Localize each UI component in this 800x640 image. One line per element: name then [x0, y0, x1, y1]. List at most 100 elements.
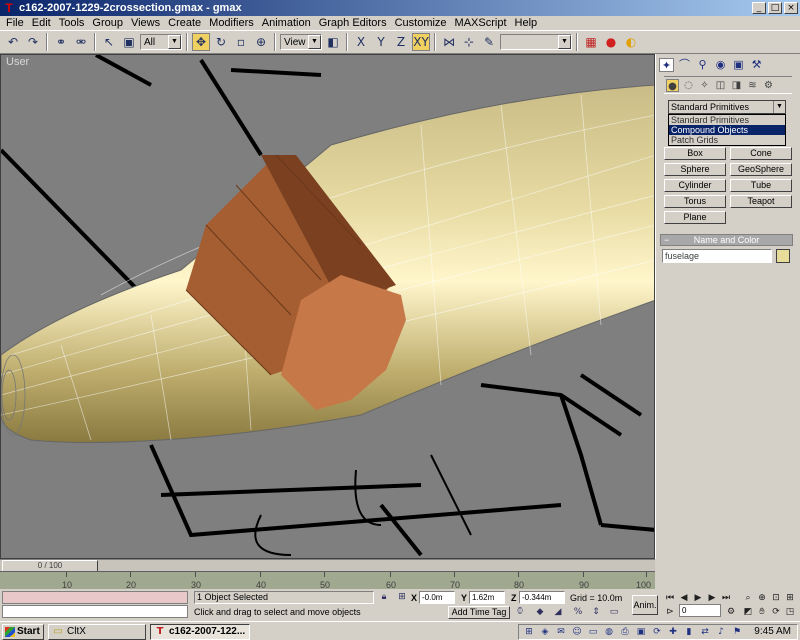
teapot-button[interactable]: Teapot — [730, 195, 792, 208]
geosphere-button[interactable]: GeoSphere — [730, 163, 792, 176]
time-slider[interactable]: 0 / 100 — [0, 559, 655, 572]
restrict-xy-icon[interactable]: XY — [412, 33, 430, 51]
menu-tools[interactable]: Tools — [55, 17, 89, 29]
sphere-button[interactable]: Sphere — [664, 163, 726, 176]
restrict-y-icon[interactable]: Y — [372, 33, 390, 51]
display-icon[interactable]: ▣ — [635, 626, 647, 638]
previous-frame-icon[interactable]: ◀ — [678, 592, 690, 604]
rotate-icon[interactable]: ↻ — [212, 33, 230, 51]
geometry-icon[interactable]: ● — [666, 79, 679, 92]
go-to-end-icon[interactable]: ⏭ — [720, 592, 732, 604]
category-dropdown[interactable]: Standard Primitives ▼ — [668, 100, 786, 114]
shield-icon[interactable]: ◈ — [539, 626, 551, 638]
angle-snap-icon[interactable]: ◢ — [552, 606, 564, 618]
menu-help[interactable]: Help — [511, 17, 542, 29]
time-config-icon[interactable]: ⚙ — [725, 606, 737, 618]
maxscript-output[interactable] — [2, 591, 188, 604]
globe-icon[interactable]: ◍ — [603, 626, 615, 638]
systems-icon[interactable]: ⚙ — [762, 79, 775, 92]
material-editor-icon[interactable]: ▦ — [582, 33, 600, 51]
current-frame-field[interactable]: 0 — [679, 604, 721, 617]
tube-button[interactable]: Tube — [730, 179, 792, 192]
y-coordinate-field[interactable]: 1.62m — [469, 591, 505, 604]
category-option-standard-primitives[interactable]: Standard Primitives — [669, 115, 785, 125]
taskbar-item-cltx[interactable]: ▭ CltX — [48, 624, 146, 640]
selection-filter-dropdown[interactable]: All ▼ — [140, 34, 182, 50]
scale-icon[interactable]: ▫ — [232, 33, 250, 51]
viewport-label[interactable]: User — [6, 56, 29, 68]
motion-tab-icon[interactable]: ◉ — [713, 58, 728, 72]
helpers-icon[interactable]: ◨ — [730, 79, 743, 92]
category-option-compound-objects[interactable]: Compound Objects — [669, 125, 785, 135]
menu-maxscript[interactable]: MAXScript — [451, 17, 511, 29]
menu-animation[interactable]: Animation — [258, 17, 315, 29]
menu-create[interactable]: Create — [164, 17, 205, 29]
zoom-extents-icon[interactable]: ⊡ — [770, 592, 782, 604]
zoom-extents-all-icon[interactable]: ⊞ — [784, 592, 796, 604]
lights-icon[interactable]: ✧ — [698, 79, 711, 92]
percent-snap-icon[interactable]: % — [572, 606, 584, 618]
shapes-icon[interactable]: ◌ — [682, 79, 695, 92]
reference-coord-dropdown[interactable]: View ▼ — [280, 34, 322, 50]
track-bar[interactable]: 10 20 30 40 50 60 70 80 90 100 — [0, 571, 655, 590]
close-button[interactable]: × — [784, 2, 798, 14]
quick-render-icon[interactable]: ◐ — [622, 33, 640, 51]
play-icon[interactable]: ▶ — [692, 592, 704, 604]
update-icon[interactable]: ⟳ — [651, 626, 663, 638]
torus-button[interactable]: Torus — [664, 195, 726, 208]
align-icon[interactable]: ⊹ — [460, 33, 478, 51]
maximize-button[interactable]: □ — [768, 2, 782, 14]
gmax-logo-icon[interactable]: T — [2, 1, 16, 15]
redo-icon[interactable]: ↷ — [24, 33, 42, 51]
z-coordinate-field[interactable]: -0.344m — [519, 591, 565, 604]
add-time-tag-button[interactable]: Add Time Tag — [448, 606, 510, 619]
menu-views[interactable]: Views — [127, 17, 164, 29]
antivirus-icon[interactable]: ✚ — [667, 626, 679, 638]
cameras-icon[interactable]: ◫ — [714, 79, 727, 92]
folder-icon[interactable]: ▭ — [587, 626, 599, 638]
time-tag-icon[interactable]: ⌚︎ — [514, 606, 526, 618]
mirror-icon[interactable]: ⋈ — [440, 33, 458, 51]
messenger-icon[interactable]: ☺ — [571, 626, 583, 638]
unlink-icon[interactable]: ⚮ — [72, 33, 90, 51]
battery-icon[interactable]: ▮ — [683, 626, 695, 638]
spinner-snap-icon[interactable]: ⇕ — [590, 606, 602, 618]
printer-icon[interactable]: ⎙ — [619, 626, 631, 638]
pivot-icon[interactable]: ⊕ — [252, 33, 270, 51]
maximize-viewport-icon[interactable]: ◳ — [784, 606, 796, 618]
link-icon[interactable]: ⚭ — [52, 33, 70, 51]
mail-icon[interactable]: ✉ — [555, 626, 567, 638]
absolute-mode-icon[interactable]: ⊞ — [396, 591, 408, 603]
pan-icon[interactable]: ✋︎ — [756, 606, 768, 618]
next-frame-icon[interactable]: ▶ — [706, 592, 718, 604]
region-select-icon[interactable]: ▣ — [120, 33, 138, 51]
menu-customize[interactable]: Customize — [391, 17, 451, 29]
security-icon[interactable]: ⚑ — [731, 626, 743, 638]
move-icon[interactable]: ✥ — [192, 33, 210, 51]
clock[interactable]: 9:45 AM — [754, 626, 791, 637]
menu-group[interactable]: Group — [88, 17, 127, 29]
viewport-user[interactable]: User — [0, 54, 655, 559]
animate-button[interactable]: Anim. — [632, 595, 658, 615]
maxscript-listener-input[interactable] — [2, 605, 188, 618]
cone-button[interactable]: Cone — [730, 147, 792, 160]
undo-icon[interactable]: ↶ — [4, 33, 22, 51]
arc-rotate-icon[interactable]: ⟳ — [770, 606, 782, 618]
utilities-tab-icon[interactable]: ⚒ — [749, 58, 764, 72]
menu-graph-editors[interactable]: Graph Editors — [315, 17, 391, 29]
zoom-all-icon[interactable]: ⊕ — [756, 592, 768, 604]
modify-tab-icon[interactable]: ⌒ — [677, 58, 692, 72]
category-option-patch-grids[interactable]: Patch Grids — [669, 135, 785, 145]
box-button[interactable]: Box — [664, 147, 726, 160]
zoom-icon[interactable]: ⌕ — [742, 592, 754, 604]
named-selection-dropdown[interactable]: ▼ — [500, 34, 572, 50]
minimize-button[interactable]: _ — [752, 2, 766, 14]
hierarchy-tab-icon[interactable]: ⚲ — [695, 58, 710, 72]
lock-selection-icon[interactable]: 🔒︎ — [378, 591, 390, 603]
taskbar-item-gmax[interactable]: T c162-2007-122... — [150, 624, 250, 640]
object-name-field[interactable]: fuselage — [662, 249, 772, 263]
start-button[interactable]: Start — [2, 624, 44, 640]
pivot-center-icon[interactable]: ◧ — [324, 33, 342, 51]
display-tab-icon[interactable]: ▣ — [731, 58, 746, 72]
menu-file[interactable]: File — [2, 17, 28, 29]
